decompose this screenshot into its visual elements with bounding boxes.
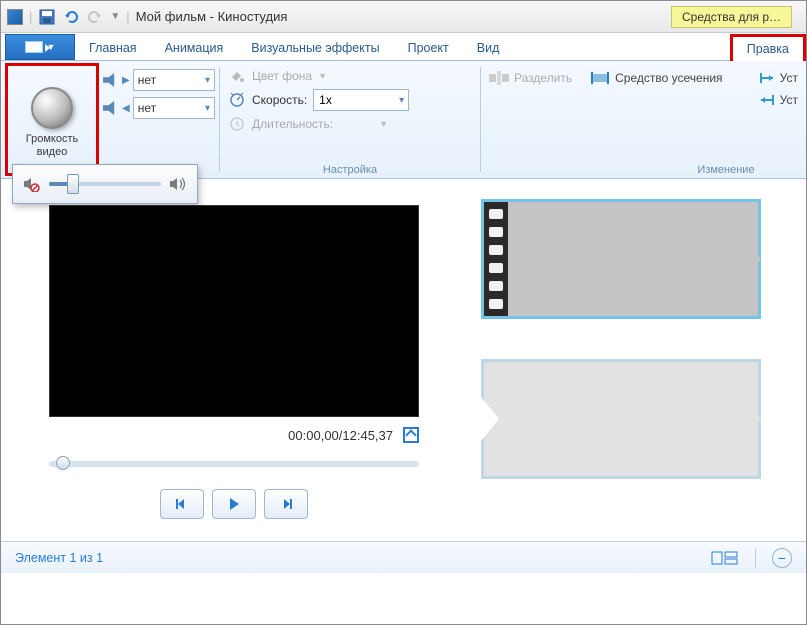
filmstrip-icon: [484, 202, 508, 316]
status-right: −: [711, 548, 792, 568]
dropdown-icon: ▼: [379, 119, 388, 129]
separator: [755, 548, 756, 568]
ribbon-body: Громкость видео ▶ нет ◀ нет Цвет фона ▼ …: [1, 61, 806, 179]
trim-tool-button[interactable]: Средство усечения: [590, 71, 722, 85]
zoom-out-button[interactable]: −: [772, 548, 792, 568]
tab-project[interactable]: Проект: [394, 36, 463, 60]
edit-group: Разделить Средство усечения Уст Уст Изме…: [481, 61, 806, 178]
clip-row-1: [481, 199, 796, 319]
dropdown-icon: ▼: [318, 71, 327, 81]
volume-slider[interactable]: [49, 182, 161, 186]
preview-canvas[interactable]: [49, 205, 419, 417]
tab-home[interactable]: Главная: [75, 36, 151, 60]
paint-bucket-icon: [228, 67, 246, 85]
timeline-clip[interactable]: [481, 199, 761, 319]
fade-in-icon: ▶: [122, 75, 130, 86]
tab-view[interactable]: Вид: [463, 36, 514, 60]
speaker-max-icon[interactable]: [169, 176, 187, 192]
play-button[interactable]: [212, 489, 256, 519]
set-end-button[interactable]: Уст: [759, 93, 798, 107]
timecode-row: 00:00,00/12:45,37: [49, 427, 419, 443]
speed-select[interactable]: 1x: [313, 89, 409, 111]
bg-color-label: Цвет фона: [252, 69, 312, 83]
undo-icon[interactable]: [62, 8, 80, 26]
timeline-clip[interactable]: [481, 359, 761, 479]
bracket-right-icon: [759, 94, 775, 106]
tab-animation[interactable]: Анимация: [151, 36, 238, 60]
trim-tool-label: Средство усечения: [615, 71, 722, 85]
window-title: Мой фильм - Киностудия: [136, 9, 288, 24]
ribbon-tabs: ▼ Главная Анимация Визуальные эффекты Пр…: [1, 33, 806, 61]
timeline-pane[interactable]: [471, 179, 806, 541]
separator: |: [29, 9, 32, 24]
tab-visual-effects[interactable]: Визуальные эффекты: [237, 36, 393, 60]
fade-in-select[interactable]: нет: [133, 69, 215, 91]
video-volume-label: Громкость видео: [26, 133, 78, 158]
qat-dropdown-icon[interactable]: ▼: [110, 11, 120, 22]
app-icon: [7, 9, 23, 25]
file-tab-icon: [25, 41, 43, 53]
file-tab[interactable]: ▼: [5, 34, 75, 60]
status-element-text: Элемент 1 из 1: [15, 551, 103, 565]
preview-pane: 00:00,00/12:45,37: [1, 179, 471, 541]
slider-thumb[interactable]: [67, 174, 79, 194]
edit-group-label: Изменение: [666, 164, 786, 176]
trim-icon: [590, 71, 610, 85]
split-icon: [489, 71, 509, 85]
fullscreen-icon[interactable]: [403, 427, 419, 443]
context-tab[interactable]: Средства для р…: [671, 6, 792, 28]
speed-label: Скорость:: [252, 93, 307, 107]
speed-row: Скорость: 1x: [228, 89, 472, 111]
tab-edit[interactable]: Правка: [730, 34, 806, 61]
timecode: 00:00,00/12:45,37: [288, 428, 393, 443]
fade-out-icon: ◀: [122, 103, 130, 114]
speed-icon: [228, 91, 246, 109]
bracket-left-icon: [759, 72, 775, 84]
speaker-icon: [103, 73, 119, 87]
fade-group: ▶ нет ◀ нет: [99, 61, 219, 178]
clip-row-2: [481, 359, 796, 479]
settings-group-label: Настройка: [220, 164, 480, 176]
save-icon[interactable]: [38, 8, 56, 26]
seek-thumb[interactable]: [56, 456, 70, 470]
view-mode-icons[interactable]: [711, 549, 739, 567]
redo-icon[interactable]: [86, 8, 104, 26]
statusbar: Элемент 1 из 1 −: [1, 541, 806, 573]
workspace: 00:00,00/12:45,37: [1, 179, 806, 541]
split-button: Разделить: [489, 71, 572, 85]
separator: |: [126, 9, 129, 24]
volume-slider-popup: [12, 164, 198, 204]
set-end-label: Уст: [780, 93, 798, 107]
set-start-label: Уст: [780, 71, 798, 85]
clock-icon: [228, 115, 246, 133]
set-start-button[interactable]: Уст: [759, 71, 798, 85]
fade-out-row: ◀ нет: [103, 97, 215, 119]
play-controls: [49, 489, 419, 519]
bg-color-row: Цвет фона ▼: [228, 67, 472, 85]
next-frame-button[interactable]: [264, 489, 308, 519]
speaker-icon: [103, 101, 119, 115]
duration-row: Длительность: ▼: [228, 115, 472, 133]
titlebar: | ▼ | Мой фильм - Киностудия Средства дл…: [1, 1, 806, 33]
video-volume-button[interactable]: Громкость видео: [5, 63, 99, 176]
fade-in-row: ▶ нет: [103, 69, 215, 91]
prev-frame-button[interactable]: [160, 489, 204, 519]
fade-out-select[interactable]: нет: [133, 97, 215, 119]
settings-group: Цвет фона ▼ Скорость: 1x Длительность: ▼…: [220, 61, 480, 178]
seek-bar[interactable]: [49, 461, 419, 467]
duration-label: Длительность:: [252, 117, 333, 131]
speaker-mute-icon[interactable]: [23, 176, 41, 192]
speaker-icon: [31, 87, 73, 129]
split-label: Разделить: [514, 71, 572, 85]
